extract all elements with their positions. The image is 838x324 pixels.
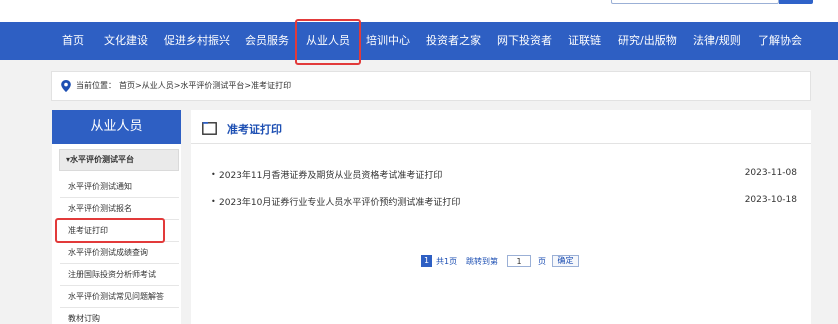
divider bbox=[60, 263, 179, 264]
list-item-title[interactable]: 2023年11月香港证券及期货从业员资格考试准考证打印 bbox=[219, 168, 442, 181]
sidebar-section[interactable]: ▾水平评价测试平台 bbox=[59, 149, 179, 171]
page-number-current[interactable]: 1 bbox=[421, 255, 432, 267]
nav-item-offline-investors[interactable]: 网下投资者 bbox=[497, 22, 552, 60]
page-jump-label: 跳转到第 bbox=[466, 257, 498, 266]
location-pin-icon bbox=[61, 80, 71, 92]
divider bbox=[60, 285, 179, 286]
document-icon bbox=[202, 122, 217, 135]
page-total: 共1页 bbox=[436, 257, 458, 266]
nav-item-law[interactable]: 法律/规则 bbox=[693, 22, 741, 60]
nav-highlight-box bbox=[295, 19, 361, 65]
page-confirm-button[interactable]: 确定 bbox=[552, 255, 579, 267]
sidebar: 从业人员 ▾水平评价测试平台 水平评价测试通知 水平评价测试报名 准考证打印 水… bbox=[52, 110, 181, 324]
bullet: • bbox=[211, 197, 216, 206]
page-title: 准考证打印 bbox=[227, 123, 282, 136]
nav-item-rural[interactable]: 促进乡村振兴 bbox=[164, 22, 230, 60]
list-item-title[interactable]: 2023年10月证券行业专业人员水平评价预约测试准考证打印 bbox=[219, 195, 460, 208]
nav-item-members[interactable]: 会员服务 bbox=[245, 22, 289, 60]
breadcrumb-label: 当前位置： bbox=[76, 81, 116, 90]
sidebar-item-textbooks[interactable]: 教材订购 bbox=[68, 313, 100, 324]
breadcrumb-path[interactable]: 首页>从业人员>水平评价测试平台>准考证打印 bbox=[119, 80, 291, 91]
nav-item-investors[interactable]: 投资者之家 bbox=[426, 22, 481, 60]
list-item-date: 2023-10-18 bbox=[744, 195, 797, 205]
bullet: • bbox=[211, 170, 216, 179]
search-button[interactable] bbox=[779, 0, 813, 4]
main-content: 准考证打印 • 2023年11月香港证券及期货从业员资格考试准考证打印 2023… bbox=[191, 110, 811, 324]
list-item: • 2023年10月证券行业专业人员水平评价预约测试准考证打印 2023-10-… bbox=[191, 194, 811, 210]
content-header: 准考证打印 bbox=[191, 110, 811, 144]
nav-item-training[interactable]: 培训中心 bbox=[366, 22, 410, 60]
list-item: • 2023年11月香港证券及期货从业员资格考试准考证打印 2023-11-08 bbox=[191, 167, 811, 183]
nav-item-chain[interactable]: 证联链 bbox=[568, 22, 601, 60]
nav-item-about[interactable]: 了解协会 bbox=[758, 22, 802, 60]
page-jump-input[interactable] bbox=[507, 255, 531, 267]
nav-item-research[interactable]: 研究/出版物 bbox=[618, 22, 677, 60]
nav-item-culture[interactable]: 文化建设 bbox=[104, 22, 148, 60]
page-unit-label: 页 bbox=[538, 257, 546, 266]
divider bbox=[60, 307, 179, 308]
top-strip bbox=[0, 0, 838, 22]
divider bbox=[60, 197, 179, 198]
sidebar-item-registration[interactable]: 水平评价测试报名 bbox=[68, 203, 132, 214]
sidebar-item-notice[interactable]: 水平评价测试通知 bbox=[68, 181, 132, 192]
sidebar-highlight-box bbox=[55, 218, 165, 243]
sidebar-item-score-query[interactable]: 水平评价测试成绩查询 bbox=[68, 247, 148, 258]
breadcrumb: 当前位置： 首页>从业人员>水平评价测试平台>准考证打印 bbox=[51, 71, 811, 101]
search-input[interactable] bbox=[611, 0, 779, 4]
nav-item-home[interactable]: 首页 bbox=[62, 22, 84, 60]
sidebar-title: 从业人员 bbox=[52, 110, 181, 144]
list-item-date: 2023-11-08 bbox=[744, 168, 797, 178]
sidebar-item-faq[interactable]: 水平评价测试常见问题解答 bbox=[68, 291, 164, 302]
main-nav: 首页 文化建设 促进乡村振兴 会员服务 从业人员 培训中心 投资者之家 网下投资… bbox=[0, 22, 838, 60]
sidebar-item-ciia-exam[interactable]: 注册国际投资分析师考试 bbox=[68, 269, 156, 280]
